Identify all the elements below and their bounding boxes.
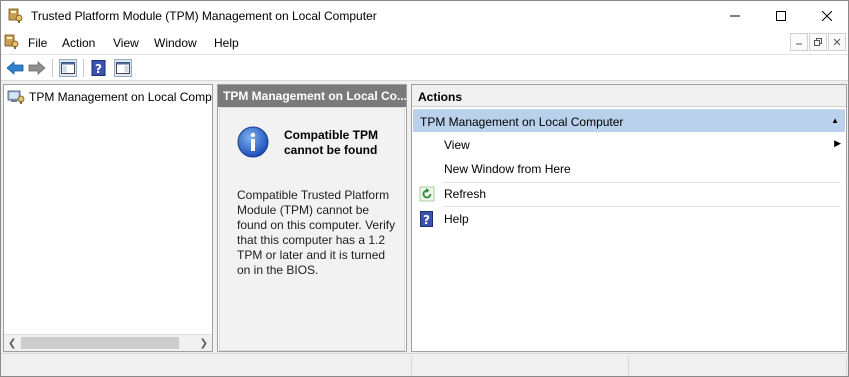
- action-view[interactable]: View ▶: [413, 133, 845, 157]
- show-hide-console-tree-icon: [61, 62, 75, 74]
- back-button[interactable]: [6, 59, 24, 77]
- action-refresh[interactable]: Refresh: [413, 182, 845, 206]
- minimize-icon: [796, 43, 802, 45]
- toolbar: ?: [1, 54, 848, 81]
- console-tree-pane: TPM Management on Local Comp ❮ ❯: [3, 84, 213, 352]
- show-hide-console-tree-button[interactable]: [59, 59, 77, 77]
- show-hide-action-pane-icon: [116, 62, 130, 74]
- menu-view[interactable]: View: [113, 36, 139, 50]
- refresh-icon: [419, 186, 435, 202]
- help-icon: ?: [91, 60, 106, 76]
- show-hide-action-pane-button[interactable]: [114, 59, 132, 77]
- svg-text:?: ?: [423, 213, 430, 227]
- system-menu-icon[interactable]: [4, 34, 20, 50]
- menu-action[interactable]: Action: [62, 36, 95, 50]
- forward-button[interactable]: [28, 59, 46, 77]
- minimize-button[interactable]: [712, 1, 758, 31]
- status-segment: [846, 356, 847, 375]
- toolbar-separator: [83, 59, 84, 77]
- scroll-right-icon[interactable]: ❯: [200, 338, 208, 349]
- mdi-child-controls: [789, 33, 846, 52]
- info-icon: [237, 126, 269, 158]
- collapse-caret-icon[interactable]: ▲: [831, 116, 839, 125]
- actions-group-header[interactable]: TPM Management on Local Computer ▲: [413, 109, 845, 132]
- tpm-management-icon: [7, 89, 25, 105]
- mdi-minimize-button[interactable]: [790, 33, 808, 51]
- close-button[interactable]: [804, 1, 848, 31]
- action-new-window-label: New Window from Here: [444, 162, 571, 176]
- minimize-icon: [730, 15, 740, 17]
- mdi-restore-button[interactable]: [809, 33, 827, 51]
- restore-icon: [814, 38, 822, 46]
- actions-pane: Actions TPM Management on Local Computer…: [411, 84, 847, 352]
- forward-arrow-icon: [28, 61, 46, 75]
- status-bar: [1, 353, 848, 376]
- action-new-window[interactable]: New Window from Here: [413, 157, 845, 181]
- info-title: Compatible TPM cannot be found: [284, 128, 379, 157]
- toolbar-separator: [52, 59, 53, 77]
- help-icon: ?: [419, 211, 435, 227]
- actions-pane-header: Actions: [412, 85, 846, 107]
- action-view-label: View: [444, 138, 470, 152]
- action-help[interactable]: ? Help: [413, 207, 845, 231]
- close-icon: [822, 11, 832, 21]
- submenu-arrow-icon: ▶: [834, 138, 841, 148]
- back-arrow-icon: [6, 61, 24, 75]
- svg-text:?: ?: [95, 62, 102, 76]
- close-icon: [833, 38, 841, 46]
- status-segment: [628, 356, 629, 375]
- help-button[interactable]: ?: [90, 59, 108, 77]
- menu-window[interactable]: Window: [154, 36, 197, 50]
- window-title: Trusted Platform Module (TPM) Management…: [31, 9, 377, 23]
- maximize-button[interactable]: [758, 1, 804, 31]
- horizontal-scrollbar[interactable]: ❮ ❯: [4, 334, 212, 351]
- info-message: Compatible Trusted Platform Module (TPM)…: [237, 188, 396, 277]
- results-pane-header: TPM Management on Local Co...: [218, 85, 406, 107]
- results-pane: TPM Management on Local Co... Compatible…: [217, 84, 407, 352]
- actions-group-label: TPM Management on Local Computer: [420, 115, 624, 129]
- title-bar: Trusted Platform Module (TPM) Management…: [1, 1, 848, 31]
- tpm-key-icon: [8, 8, 24, 24]
- results-pane-body: Compatible TPM cannot be found Compatibl…: [219, 107, 405, 351]
- mmc-window: Trusted Platform Module (TPM) Management…: [0, 0, 849, 377]
- tree-item-tpm-management[interactable]: TPM Management on Local Comp: [7, 88, 212, 106]
- scroll-left-icon[interactable]: ❮: [8, 338, 16, 349]
- action-help-label: Help: [444, 212, 469, 226]
- status-segment: [411, 356, 412, 375]
- mdi-close-button[interactable]: [828, 33, 846, 51]
- maximize-icon: [776, 11, 786, 21]
- menu-file[interactable]: File: [28, 36, 47, 50]
- action-refresh-label: Refresh: [444, 187, 487, 201]
- tree-item-label: TPM Management on Local Comp: [29, 90, 212, 104]
- scrollbar-thumb[interactable]: [21, 337, 179, 349]
- menu-bar: File Action View Window Help: [1, 31, 848, 54]
- menu-help[interactable]: Help: [214, 36, 239, 50]
